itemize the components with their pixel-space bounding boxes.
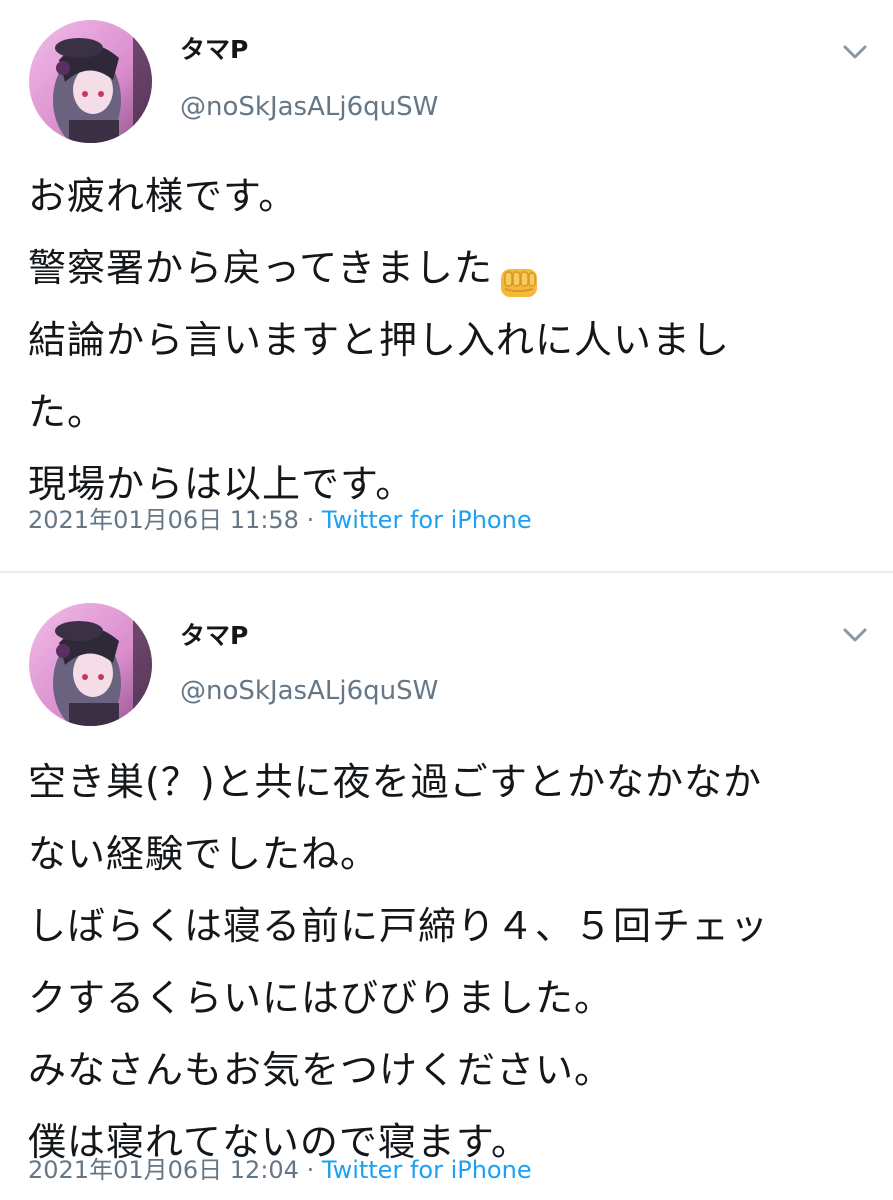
tweet-text-line: お疲れ様です。 <box>28 174 298 218</box>
tweet[interactable]: タマP @noSkJasALj6quSW 空き巣(？)と共に夜を過ごすとかなかな… <box>0 573 893 1200</box>
tweet-meta: 2021年01月06日 12:04 · Twitter for iPhone <box>28 1155 532 1185</box>
display-name[interactable]: タマP <box>180 621 248 651</box>
avatar[interactable] <box>29 603 152 726</box>
separator-dot: · <box>306 1156 315 1184</box>
tweet-meta: 2021年01月06日 11:58 · Twitter for iPhone <box>28 505 532 535</box>
source-link[interactable]: Twitter for iPhone <box>322 506 532 534</box>
tweet-text-line: ない経験でしたね。 <box>28 832 380 876</box>
tweet[interactable]: タマP @noSkJasALj6quSW お疲れ様です。 警察署から戻ってきまし… <box>0 0 893 572</box>
tweet-text-fragment: 警察署から戻ってきました <box>28 246 493 290</box>
tweet-text-line: クするくらいにはびびりました。 <box>28 976 614 1020</box>
source-link[interactable]: Twitter for iPhone <box>322 1156 532 1184</box>
tweet-text: 空き巣(？)と共に夜を過ごすとかなかなか ない経験でしたね。 しばらくは寝る前に… <box>28 746 873 1178</box>
avatar[interactable] <box>29 20 152 143</box>
timestamp[interactable]: 2021年01月06日 11:58 <box>28 506 299 534</box>
tweet-text-line: しばらくは寝る前に戸締り４、５回チェッ <box>28 904 770 948</box>
tweet-text-line: 空き巣(？)と共に夜を過ごすとかなかなか <box>28 760 763 804</box>
chevron-down-icon[interactable] <box>841 42 869 62</box>
tweet-text-line: みなさんもお気をつけください。 <box>28 1048 614 1092</box>
separator-dot: · <box>306 506 315 534</box>
tweet-text-line: た。 <box>28 390 107 434</box>
timestamp[interactable]: 2021年01月06日 12:04 <box>28 1156 299 1184</box>
user-handle[interactable]: @noSkJasALj6quSW <box>180 91 438 123</box>
chevron-down-icon[interactable] <box>841 625 869 645</box>
display-name[interactable]: タマP <box>180 35 248 65</box>
tweet-text-line: 警察署から戻ってきました <box>28 232 873 304</box>
user-handle[interactable]: @noSkJasALj6quSW <box>180 675 438 707</box>
oncoming-fist-emoji-icon <box>497 252 541 297</box>
tweet-text: お疲れ様です。 警察署から戻ってきました 結論から言いますと押し入れに人いまし … <box>28 160 873 520</box>
tweet-text-line: 結論から言いますと押し入れに人いまし <box>28 318 731 362</box>
